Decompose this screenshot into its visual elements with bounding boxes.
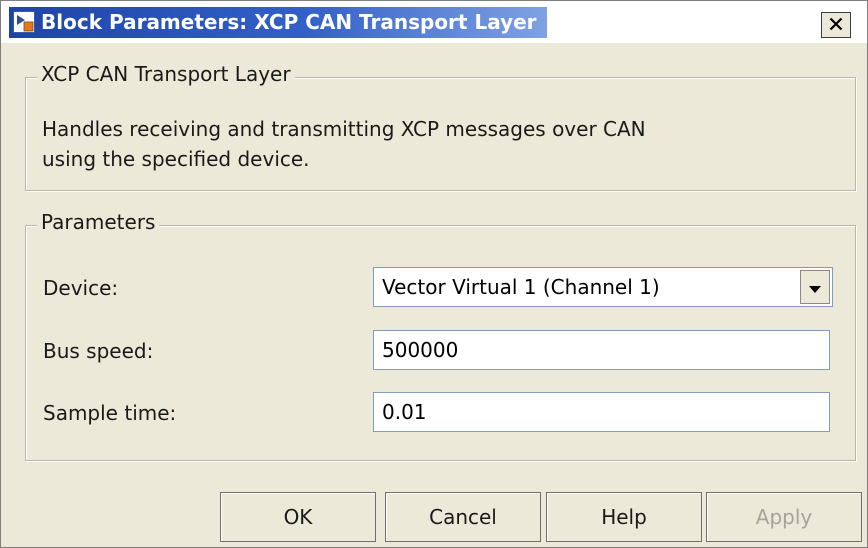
simulink-block-icon (13, 11, 35, 33)
block-description: Handles receiving and transmitting XCP m… (42, 114, 842, 174)
close-icon (829, 16, 843, 35)
bus-speed-label: Bus speed: (43, 339, 154, 363)
apply-button: Apply (706, 492, 862, 542)
ok-button[interactable]: OK (220, 492, 376, 542)
bus-speed-input[interactable]: 500000 (373, 330, 830, 370)
sample-time-input[interactable]: 0.01 (373, 392, 830, 432)
device-selected-value: Vector Virtual 1 (Channel 1) (382, 275, 660, 299)
description-line-1: Handles receiving and transmitting XCP m… (42, 117, 646, 141)
close-button[interactable] (821, 12, 851, 38)
description-group-title: XCP CAN Transport Layer (37, 62, 295, 86)
device-dropdown[interactable]: Vector Virtual 1 (Channel 1) (373, 267, 833, 307)
help-button[interactable]: Help (546, 492, 702, 542)
dropdown-button[interactable] (800, 270, 830, 304)
block-parameters-dialog: Block Parameters: XCP CAN Transport Laye… (0, 0, 868, 548)
device-label: Device: (43, 276, 119, 300)
cancel-button[interactable]: Cancel (385, 492, 541, 542)
title-bar[interactable]: Block Parameters: XCP CAN Transport Laye… (1, 1, 867, 43)
sample-time-label: Sample time: (43, 401, 177, 425)
description-line-2: using the specified device. (42, 147, 310, 171)
bus-speed-value: 500000 (382, 338, 459, 362)
sample-time-value: 0.01 (382, 400, 427, 424)
window-title: Block Parameters: XCP CAN Transport Laye… (41, 10, 537, 34)
parameters-group-title: Parameters (37, 210, 160, 234)
chevron-down-icon (809, 268, 821, 306)
